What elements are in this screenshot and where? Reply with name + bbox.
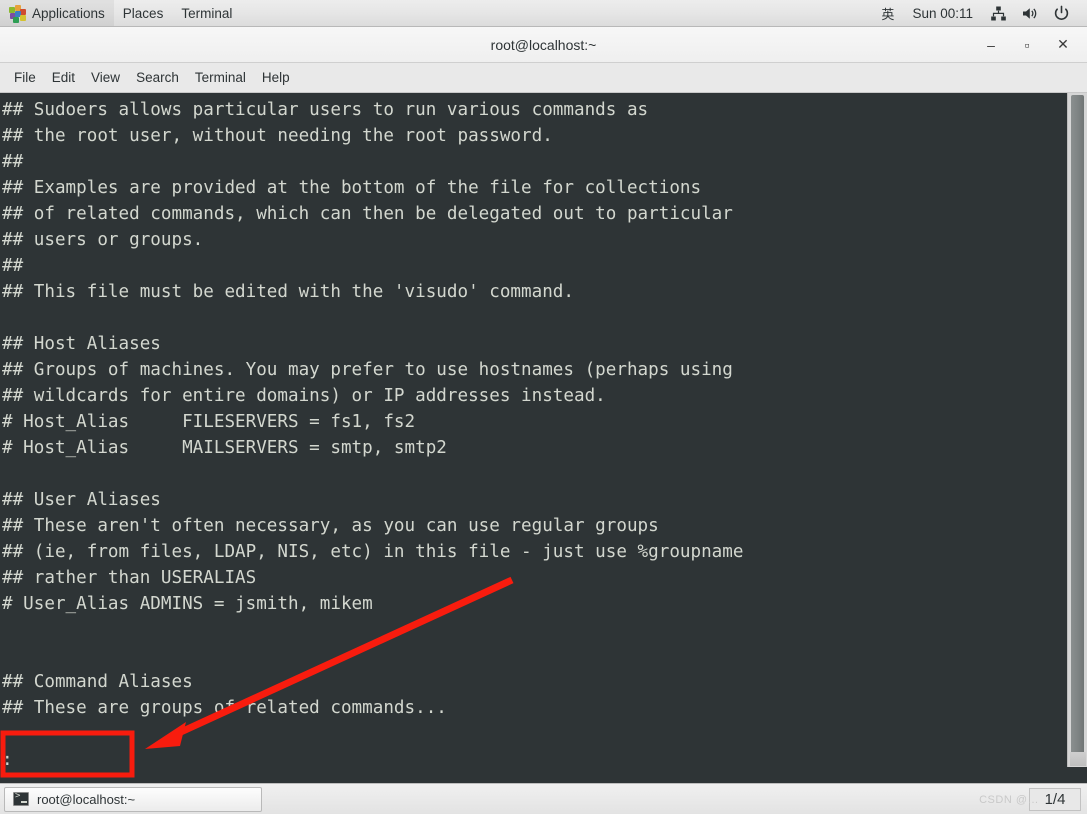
- menubar: File Edit View Search Terminal Help: [0, 63, 1087, 93]
- menubar-item-view[interactable]: View: [83, 66, 128, 89]
- minimize-button[interactable]: –: [980, 34, 1002, 56]
- menu-terminal[interactable]: Terminal: [172, 0, 241, 26]
- terminal-line: # User_Alias ADMINS = jsmith, mikem: [2, 594, 373, 614]
- resize-grip[interactable]: [1070, 752, 1086, 766]
- terminal-line: # Host_Alias MAILSERVERS = smtp, smtp2: [2, 438, 447, 458]
- input-method-indicator[interactable]: 英: [873, 4, 902, 23]
- terminal-area: ## Sudoers allows particular users to ru…: [0, 93, 1087, 767]
- menu-applications[interactable]: Applications: [0, 0, 114, 26]
- terminal-line: ## This file must be edited with the 'vi…: [2, 282, 574, 302]
- watermark: CSDN @…: [979, 794, 1039, 806]
- terminal-line: ## Host Aliases: [2, 334, 161, 354]
- scrollbar-thumb[interactable]: [1071, 95, 1084, 763]
- menubar-item-help[interactable]: Help: [254, 66, 298, 89]
- terminal-line: ## the root user, without needing the ro…: [2, 126, 553, 146]
- top-panel: Applications Places Terminal 英 Sun 00:11: [0, 0, 1087, 27]
- top-panel-left: Applications Places Terminal: [0, 0, 241, 26]
- terminal-line: :: [2, 750, 13, 767]
- network-icon[interactable]: [990, 5, 1007, 22]
- terminal-line: ## Groups of machines. You may prefer to…: [2, 360, 733, 380]
- terminal-line: ## rather than USERALIAS: [2, 568, 257, 588]
- terminal-line: ## User Aliases: [2, 490, 161, 510]
- terminal-line: ## Sudoers allows particular users to ru…: [2, 100, 649, 120]
- taskbar: root@localhost:~ CSDN @… 1/4: [0, 783, 1087, 814]
- power-icon[interactable]: [1053, 5, 1070, 22]
- terminal-line: ## Examples are provided at the bottom o…: [2, 178, 702, 198]
- menu-applications-label: Applications: [32, 5, 105, 21]
- close-button[interactable]: ✕: [1052, 34, 1074, 56]
- terminal-line: ## Command Aliases: [2, 672, 193, 692]
- menubar-item-edit[interactable]: Edit: [44, 66, 83, 89]
- terminal-line: ## wildcards for entire domains) or IP a…: [2, 386, 606, 406]
- applications-grid-icon: [9, 4, 26, 23]
- menubar-item-search[interactable]: Search: [128, 66, 187, 89]
- terminal-icon: [13, 791, 29, 806]
- menu-places[interactable]: Places: [114, 0, 173, 26]
- maximize-button[interactable]: ▫: [1016, 34, 1038, 56]
- volume-icon[interactable]: [1021, 5, 1039, 22]
- clock[interactable]: Sun 00:11: [902, 6, 983, 21]
- terminal-output[interactable]: ## Sudoers allows particular users to ru…: [0, 93, 1067, 767]
- terminal-line: # Host_Alias FILESERVERS = fs1, fs2: [2, 412, 416, 432]
- terminal-line: ##: [2, 152, 24, 172]
- taskbar-window-button[interactable]: root@localhost:~: [4, 786, 262, 812]
- menubar-item-file[interactable]: File: [6, 66, 44, 89]
- menu-places-label: Places: [122, 5, 164, 21]
- terminal-line: ## (ie, from files, LDAP, NIS, etc) in t…: [2, 542, 744, 562]
- window-titlebar[interactable]: root@localhost:~ – ▫ ✕: [0, 27, 1087, 63]
- taskbar-window-label: root@localhost:~: [37, 791, 136, 807]
- terminal-line: ## These are groups of related commands.…: [2, 698, 447, 718]
- workspace-indicator-label: 1/4: [1044, 790, 1066, 808]
- window-title: root@localhost:~: [490, 36, 597, 53]
- terminal-line: ## of related commands, which can then b…: [2, 204, 733, 224]
- top-panel-right: 英 Sun 00:11: [873, 0, 1087, 26]
- menubar-item-terminal[interactable]: Terminal: [187, 66, 254, 89]
- terminal-line: ## These aren't often necessary, as you …: [2, 516, 659, 536]
- terminal-window: root@localhost:~ – ▫ ✕ File Edit View Se…: [0, 27, 1087, 767]
- terminal-line: ## users or groups.: [2, 230, 204, 250]
- terminal-scrollbar[interactable]: [1067, 93, 1087, 767]
- terminal-line: ##: [2, 256, 24, 276]
- window-buttons: – ▫ ✕: [980, 34, 1087, 56]
- menu-terminal-label: Terminal: [181, 5, 233, 21]
